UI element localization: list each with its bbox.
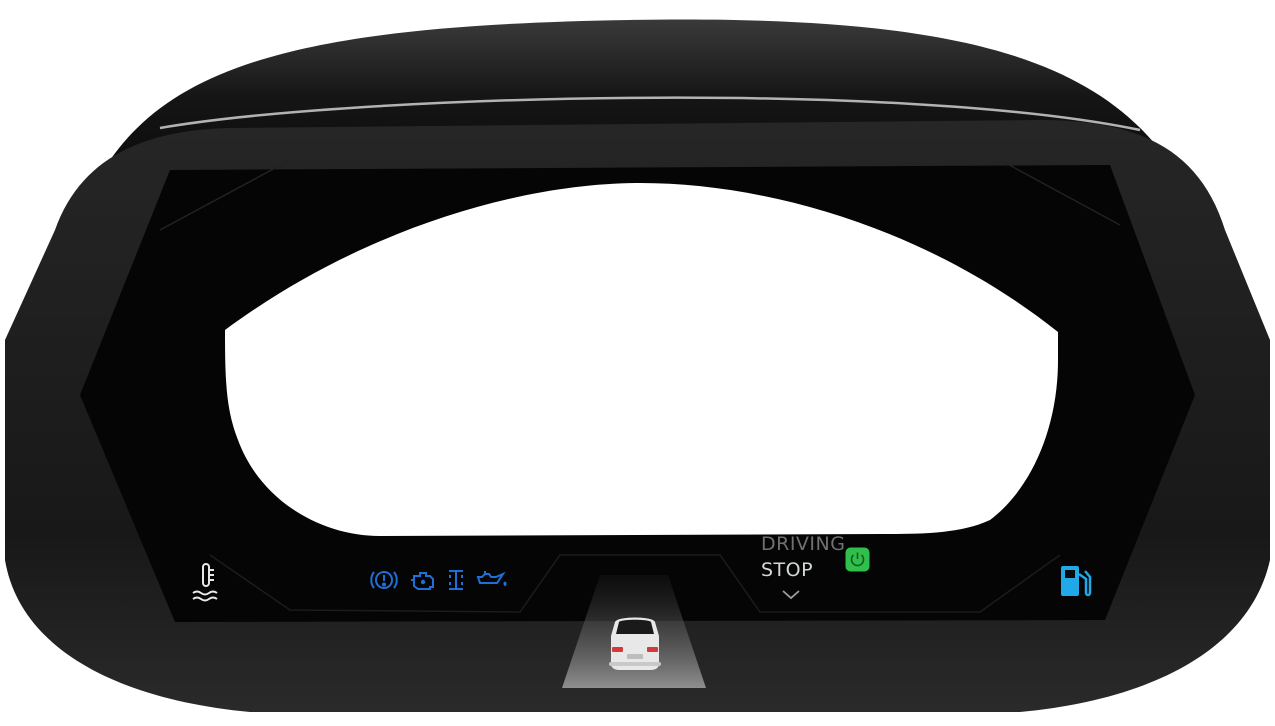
instrument-cluster: DRIVING STOP: [0, 0, 1275, 722]
power-icon: [845, 547, 870, 572]
vehicle-rear-icon: [609, 617, 661, 670]
cluster-housing: [5, 19, 1270, 712]
drive-mode-previous: DRIVING: [761, 533, 846, 555]
chevron-down-icon[interactable]: [780, 587, 802, 603]
drive-mode-current: STOP: [761, 559, 814, 581]
fuel-pump-icon: [1061, 566, 1092, 597]
